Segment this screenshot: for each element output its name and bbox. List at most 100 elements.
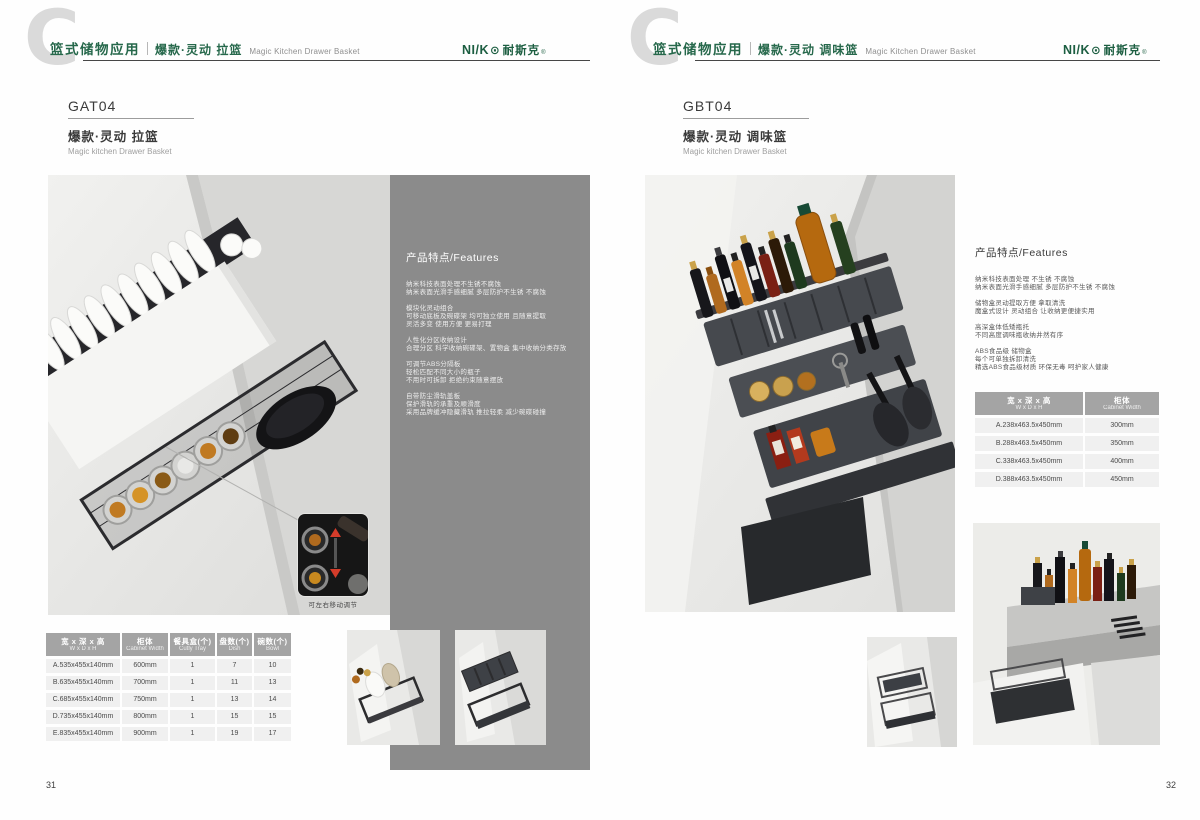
catalog-spread: C 篮式储物应用 爆款·灵动 拉篮 Magic Kitchen Drawer B… bbox=[0, 0, 1200, 820]
table-cell: 7 bbox=[217, 659, 252, 673]
registered-mark: ® bbox=[541, 50, 545, 56]
logo-latin-text: NI/K bbox=[462, 43, 489, 57]
logo-o-icon: ⊙ bbox=[1091, 43, 1101, 57]
nisko-logo: NI/K ⊙ 耐斯克 ® bbox=[1063, 42, 1147, 58]
product-name: 爆款·灵动 拉篮 bbox=[68, 126, 194, 145]
table-header-cn: 餐具盒(个) bbox=[170, 637, 215, 646]
product-block-right: GBT04 爆款·灵动 调味篮 Magic kitchen Drawer Bas… bbox=[683, 98, 809, 156]
basket-thumb-illustration bbox=[347, 630, 440, 745]
table-cell: 17 bbox=[254, 727, 291, 741]
table-cell: 600mm bbox=[122, 659, 168, 673]
table-cell: A.535x455x140mm bbox=[46, 659, 120, 673]
table-header-cell: 柜体 Cabinet Width bbox=[122, 633, 168, 656]
feature-block: ABS食品级 储物盒 每个可单独拆卸清洗 精选ABS食品级材质 环保无毒 呵护家… bbox=[975, 348, 1160, 372]
table-header-cn: 宽 x 深 x 高 bbox=[46, 637, 120, 646]
section-title: 篮式储物应用 bbox=[653, 38, 743, 58]
product-code-rule bbox=[683, 118, 809, 119]
table-cell: 450mm bbox=[1085, 472, 1159, 487]
feature-block: 储物盒灵动提取方便 拿取清洗 魔盒式设计 灵动组合 让收纳更便捷实用 bbox=[975, 300, 1160, 316]
feature-block: 自带防尘滑轨盖板 保护滑轨的承重及顺滑度 采用品牌缓冲隐藏滑轨 推拉轻柔 减少碗… bbox=[406, 393, 578, 417]
spec-table-right: 宽 x 深 x 高 W x D x H 柜体 Cabinet Width A.2… bbox=[975, 392, 1159, 487]
small-photo-right bbox=[867, 637, 957, 747]
logo-o-icon: ⊙ bbox=[490, 43, 500, 57]
adjustment-detail-illustration bbox=[298, 514, 368, 596]
basket-thumb-illustration bbox=[867, 637, 957, 747]
table-cell: 1 bbox=[170, 693, 215, 707]
table-header-cn: 柜体 bbox=[1085, 396, 1159, 405]
feature-block: 模块化灵动组合 可移动底板及碗碟架 均可独立使用 且随意提取 灵活多变 使用方便… bbox=[406, 305, 578, 329]
page-number-right: 32 bbox=[1166, 780, 1176, 790]
product-block-left: GAT04 爆款·灵动 拉篮 Magic kitchen Drawer Bask… bbox=[68, 98, 194, 156]
registered-mark: ® bbox=[1142, 50, 1146, 56]
table-header-cn: 碗数(个) bbox=[254, 637, 291, 646]
page-header-left: 篮式储物应用 爆款·灵动 拉篮 Magic Kitchen Drawer Bas… bbox=[50, 38, 360, 58]
header-rule bbox=[695, 60, 1160, 61]
feature-block: 纳米科技表面处理 不生锈 不腐蚀 纳米表面光滑手感细腻 多层防护不生锈 不腐蚀 bbox=[975, 276, 1160, 292]
table-cell: 15 bbox=[254, 710, 291, 724]
table-header-cell: 宽 x 深 x 高 W x D x H bbox=[975, 392, 1083, 415]
table-cell: B.635x455x140mm bbox=[46, 676, 120, 690]
features-right: 产品特点/Features 纳米科技表面处理 不生锈 不腐蚀 纳米表面光滑手感细… bbox=[975, 245, 1160, 380]
table-cell: 750mm bbox=[122, 693, 168, 707]
table-cell: B.288x463.5x450mm bbox=[975, 436, 1083, 451]
table-row: E.835x455x140mm 900mm 1 19 17 bbox=[46, 727, 291, 741]
features-title: 产品特点/Features bbox=[406, 250, 578, 265]
features-list: 纳米科技表面处理不生锈不腐蚀 纳米表面光滑手感细腻 多层防护不生锈 不腐蚀模块化… bbox=[406, 281, 578, 417]
feature-block: 可调节ABS分隔板 轻松匹配不同大小的瓶子 不用时可拆卸 拒绝约束随意摆放 bbox=[406, 361, 578, 385]
table-cell: 13 bbox=[254, 676, 291, 690]
table-body: A.238x463.5x450mm 300mm B.288x463.5x450m… bbox=[975, 418, 1159, 487]
product-code: GBT04 bbox=[683, 98, 809, 114]
header-divider bbox=[750, 42, 751, 55]
feature-block: 纳米科技表面处理不生锈不腐蚀 纳米表面光滑手感细腻 多层防护不生锈 不腐蚀 bbox=[406, 281, 578, 297]
table-row: A.238x463.5x450mm 300mm bbox=[975, 418, 1159, 433]
table-header-cell: 碗数(个) Bowl bbox=[254, 633, 291, 656]
table-header-en: W x D x H bbox=[46, 646, 120, 653]
table-row: B.288x463.5x450mm 350mm bbox=[975, 436, 1159, 451]
table-header-en: Cabinet Width bbox=[1085, 405, 1159, 412]
nisko-logo: NI/K ⊙ 耐斯克 ® bbox=[462, 42, 546, 58]
logo-cn-text: 耐斯克 bbox=[503, 42, 541, 58]
countertop-illustration bbox=[973, 523, 1160, 745]
inset-detail-photo bbox=[298, 514, 368, 596]
table-cell: E.835x455x140mm bbox=[46, 727, 120, 741]
table-row: A.535x455x140mm 600mm 1 7 10 bbox=[46, 659, 291, 673]
header-subtitle: 爆款·灵动 调味篮 bbox=[758, 41, 858, 58]
table-header-cell: 宽 x 深 x 高 W x D x H bbox=[46, 633, 120, 656]
table-cell: 900mm bbox=[122, 727, 168, 741]
basket-thumb-illustration bbox=[455, 630, 546, 745]
table-header-cn: 柜体 bbox=[122, 637, 168, 646]
table-header-cn: 盘数(个) bbox=[217, 637, 252, 646]
table-header-cell: 餐具盒(个) Cutly Tray bbox=[170, 633, 215, 656]
table-cell: 300mm bbox=[1085, 418, 1159, 433]
small-photo-left-1 bbox=[347, 630, 440, 745]
table-header-en: Bowl bbox=[254, 646, 291, 653]
logo-cn-text: 耐斯克 bbox=[1104, 42, 1142, 58]
table-cell: 1 bbox=[170, 659, 215, 673]
table-row: C.685x455x140mm 750mm 1 13 14 bbox=[46, 693, 291, 707]
features-list: 纳米科技表面处理 不生锈 不腐蚀 纳米表面光滑手感细腻 多层防护不生锈 不腐蚀储… bbox=[975, 276, 1160, 372]
feature-block: 高深盒体低矮瓶托 不同高度调味瓶收纳井然有序 bbox=[975, 324, 1160, 340]
table-row: C.338x463.5x450mm 400mm bbox=[975, 454, 1159, 469]
logo-latin-text: NI/K bbox=[1063, 43, 1090, 57]
table-cell: 1 bbox=[170, 710, 215, 724]
header-subtitle-en: Magic Kitchen Drawer Basket bbox=[249, 47, 359, 56]
page-number-left: 31 bbox=[46, 780, 56, 790]
header-rule bbox=[83, 60, 590, 61]
table-header-en: W x D x H bbox=[975, 405, 1083, 412]
tall-photo-right bbox=[973, 523, 1160, 745]
table-header-cell: 柜体 Cabinet Width bbox=[1085, 392, 1159, 415]
table-cell: C.338x463.5x450mm bbox=[975, 454, 1083, 469]
table-cell: 800mm bbox=[122, 710, 168, 724]
table-cell: 15 bbox=[217, 710, 252, 724]
product-name-en: Magic kitchen Drawer Basket bbox=[68, 147, 194, 156]
main-product-photo-right bbox=[645, 175, 955, 612]
features-left: 产品特点/Features 纳米科技表面处理不生锈不腐蚀 纳米表面光滑手感细腻 … bbox=[406, 250, 578, 425]
table-cell: 1 bbox=[170, 676, 215, 690]
table-header-row: 宽 x 深 x 高 W x D x H 柜体 Cabinet Width bbox=[975, 392, 1159, 415]
table-header-cell: 盘数(个) Dish bbox=[217, 633, 252, 656]
header-subtitle: 爆款·灵动 拉篮 bbox=[155, 41, 242, 58]
table-cell: 11 bbox=[217, 676, 252, 690]
header-subtitle-en: Magic Kitchen Drawer Basket bbox=[865, 47, 975, 56]
table-cell: D.388x463.5x450mm bbox=[975, 472, 1083, 487]
features-title: 产品特点/Features bbox=[975, 245, 1160, 260]
